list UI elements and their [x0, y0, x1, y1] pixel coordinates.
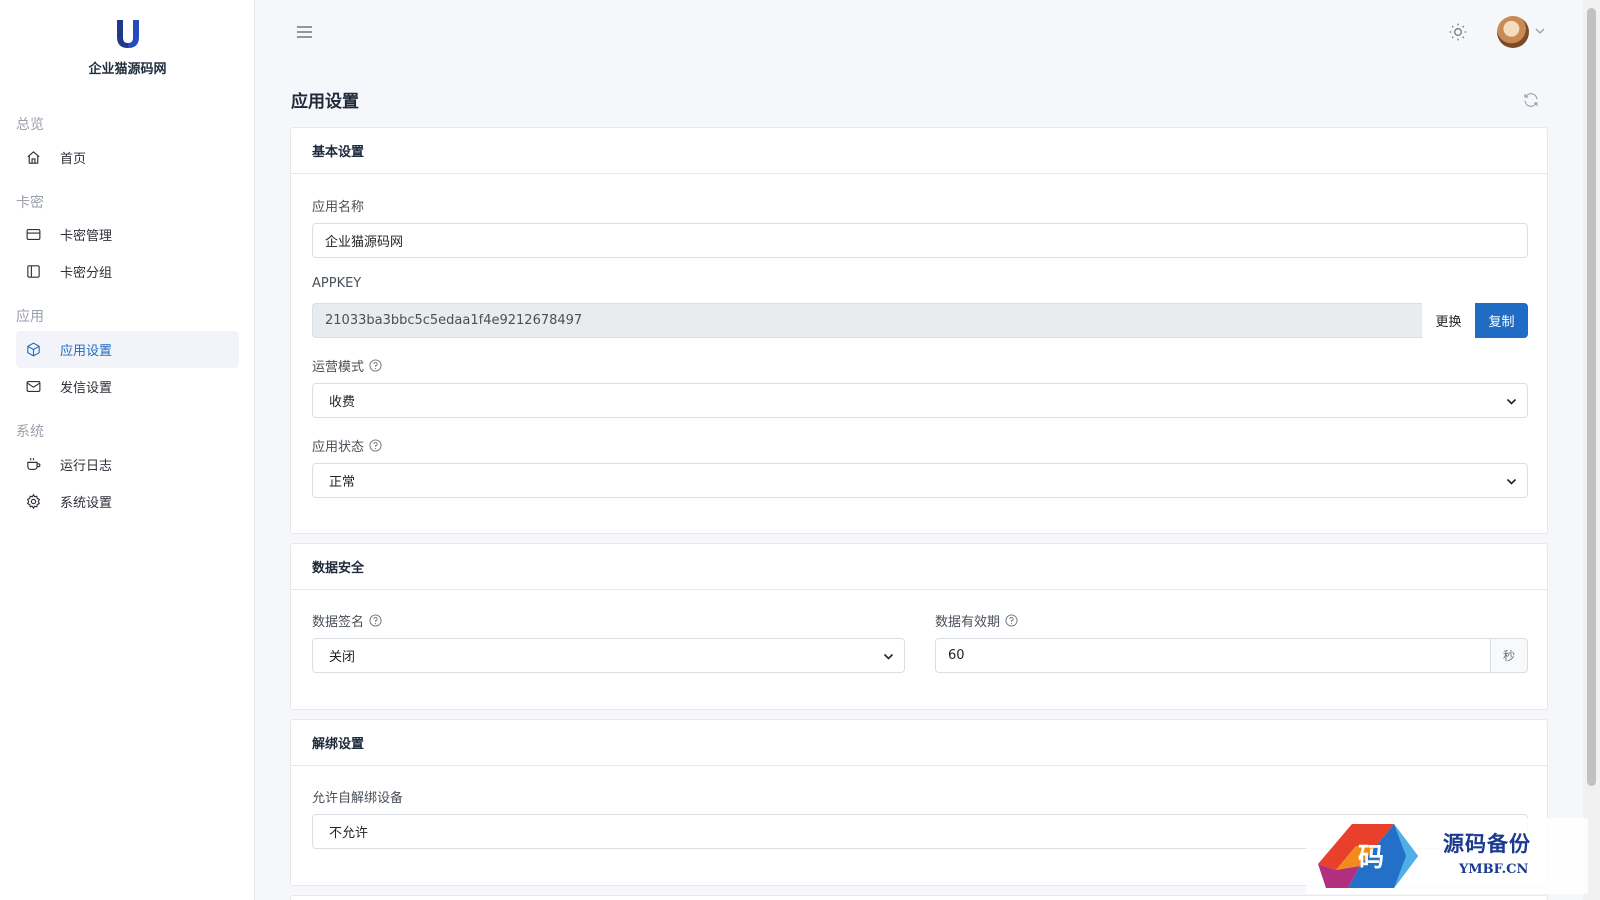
card-title: 数据安全	[291, 544, 1547, 590]
nav-section-overview: 总览	[16, 117, 44, 133]
coffee-cup-icon	[24, 456, 42, 474]
sidebar-item-label: 系统设置	[60, 496, 113, 511]
appkey-input[interactable]: 21033ba3bbc5c5edaa1f4e9212678497	[312, 303, 1422, 338]
sidebar-item-mail-settings[interactable]: 发信设置	[16, 368, 239, 405]
sidebar-layout-icon	[24, 263, 42, 281]
appkey-label: APPKEY	[312, 276, 362, 291]
help-circle-icon[interactable]	[369, 439, 382, 452]
sidebar-item-home[interactable]: 首页	[16, 139, 239, 176]
brand[interactable]: 企业猫源码网	[0, 18, 255, 77]
nav-section-app: 应用	[16, 309, 44, 325]
sidebar-item-label: 发信设置	[60, 381, 113, 396]
chevron-down-icon	[883, 653, 894, 660]
menu-toggle-icon[interactable]	[296, 24, 313, 40]
brand-name: 企业猫源码网	[88, 62, 167, 77]
brand-logo	[116, 20, 139, 48]
watermark-title: 源码备份	[1443, 831, 1531, 856]
watermark-glyph: 码	[1358, 843, 1384, 873]
change-appkey-button[interactable]: 更换	[1422, 303, 1475, 338]
status-label: 应用状态	[312, 436, 382, 455]
chevron-down-icon	[1506, 478, 1517, 485]
page-scrollbar[interactable]	[1583, 0, 1600, 900]
watermark-url: YMBF.CN	[1459, 862, 1529, 877]
user-avatar[interactable]	[1497, 16, 1529, 48]
sun-icon[interactable]	[1448, 22, 1468, 42]
mail-icon	[24, 378, 42, 396]
sidebar-item-label: 应用设置	[60, 344, 113, 359]
status-select[interactable]: 正常	[312, 463, 1528, 498]
sidebar-item-card-management[interactable]: 卡密管理	[16, 216, 239, 253]
validity-label: 数据有效期	[935, 611, 1018, 630]
data-security-card: 数据安全 数据签名 关闭 数据有效期 60 秒	[290, 543, 1548, 710]
sign-label: 数据签名	[312, 611, 382, 630]
refresh-icon[interactable]	[1522, 91, 1540, 109]
next-card-edge	[290, 895, 1548, 900]
card-title: 解绑设置	[291, 720, 1547, 766]
basic-settings-card: 基本设置 应用名称 企业猫源码网 APPKEY 21033ba3bbc5c5ed…	[290, 127, 1548, 534]
sidebar-item-app-settings[interactable]: 应用设置	[16, 331, 239, 368]
home-icon	[24, 149, 42, 167]
chevron-down-icon[interactable]	[1535, 26, 1545, 36]
sidebar-item-system-settings[interactable]: 系统设置	[16, 483, 239, 520]
nav-section-system: 系统	[16, 424, 44, 440]
sidebar-item-label: 运行日志	[60, 459, 113, 474]
sidebar: 企业猫源码网 总览 首页 卡密 卡密管理 卡密分组 应用 应用设置 发信设置 系…	[0, 0, 255, 900]
validity-unit: 秒	[1490, 638, 1528, 673]
chevron-down-icon	[1506, 398, 1517, 405]
page-title: 应用设置	[291, 92, 359, 112]
copy-appkey-button[interactable]: 复制	[1475, 303, 1528, 338]
help-circle-icon[interactable]	[369, 359, 382, 372]
scrollbar-thumb[interactable]	[1587, 8, 1596, 786]
card-title: 基本设置	[291, 128, 1547, 174]
credit-card-icon	[24, 226, 42, 244]
validity-input[interactable]: 60	[935, 638, 1491, 673]
sidebar-item-card-groups[interactable]: 卡密分组	[16, 253, 239, 290]
help-circle-icon[interactable]	[1005, 614, 1018, 627]
sidebar-item-run-logs[interactable]: 运行日志	[16, 446, 239, 483]
topbar	[256, 0, 1583, 64]
help-circle-icon[interactable]	[369, 614, 382, 627]
mode-select[interactable]: 收费	[312, 383, 1528, 418]
nav-section-cards: 卡密	[16, 195, 44, 211]
gear-icon	[24, 493, 42, 511]
sidebar-item-label: 首页	[60, 152, 87, 167]
allow-unbind-label: 允许自解绑设备	[312, 791, 404, 806]
app-name-input[interactable]: 企业猫源码网	[312, 223, 1528, 258]
sidebar-item-label: 卡密分组	[60, 266, 113, 281]
watermark-logo: 码 源码备份 YMBF.CN	[1306, 818, 1588, 894]
app-name-label: 应用名称	[312, 200, 365, 215]
sign-select[interactable]: 关闭	[312, 638, 905, 673]
mode-label: 运营模式	[312, 356, 382, 375]
sidebar-item-label: 卡密管理	[60, 229, 113, 244]
box-icon	[24, 341, 42, 359]
